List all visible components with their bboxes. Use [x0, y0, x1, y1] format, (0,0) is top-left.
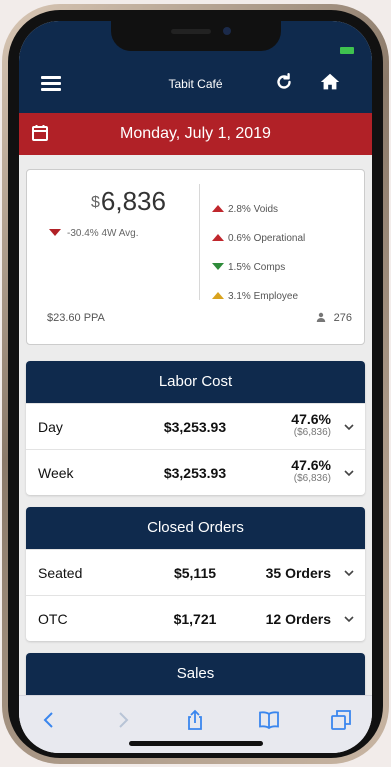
guest-count-text: 276	[333, 312, 352, 324]
date-bar[interactable]: Monday, July 1, 2019	[19, 113, 372, 155]
dashboard-content[interactable]: $6,836 -30.4% 4W Avg. 2.8% Voids 0.6% Op…	[19, 155, 372, 697]
refresh-icon[interactable]	[273, 71, 295, 93]
percent-base: ($6,836)	[293, 427, 331, 438]
metric-operational-text: 0.6% Operational	[228, 233, 306, 244]
phone-screen: Tabit Café Monday, July 1, 2019 $6,836 -…	[19, 21, 372, 753]
guest-count: 276	[316, 312, 352, 324]
forward-icon[interactable]	[111, 708, 135, 732]
order-count: 12 Orders	[265, 611, 331, 627]
sales-summary-card[interactable]: $6,836 -30.4% 4W Avg. 2.8% Voids 0.6% Op…	[26, 169, 365, 345]
row-amount: $1,721	[173, 611, 217, 627]
bookmarks-icon[interactable]	[257, 708, 281, 732]
total-sales: $6,836	[91, 186, 166, 217]
percent-value: 47.6%	[291, 457, 331, 473]
row-label: Seated	[38, 565, 83, 581]
percent-base: ($6,836)	[293, 473, 331, 484]
sales-card[interactable]: Sales	[26, 653, 365, 697]
metric-voids-text: 2.8% Voids	[228, 204, 279, 215]
summary-divider	[199, 184, 200, 300]
metric-voids: 2.8% Voids	[212, 204, 278, 215]
labor-row-day[interactable]: Day $3,253.93 47.6% ($6,836)	[26, 403, 365, 449]
metric-comps-text: 1.5% Comps	[228, 262, 286, 273]
avg-change-text: -30.4% 4W Avg.	[67, 228, 139, 239]
row-percent: 47.6% ($6,836)	[291, 411, 331, 439]
tabs-icon[interactable]	[329, 708, 353, 732]
row-amount: $5,115	[173, 565, 217, 581]
row-percent: 47.6% ($6,836)	[291, 457, 331, 485]
closed-orders-header: Closed Orders	[26, 507, 365, 549]
row-label: Week	[38, 465, 74, 481]
trend-down-icon	[212, 263, 224, 270]
avg-change: -30.4% 4W Avg.	[49, 228, 139, 239]
home-icon[interactable]	[319, 71, 341, 93]
orders-row-seated[interactable]: Seated $5,115 35 Orders	[26, 549, 365, 595]
chevron-down-icon[interactable]	[343, 613, 355, 625]
labor-cost-card: Labor Cost Day $3,253.93 47.6% ($6,836) W…	[26, 361, 365, 495]
back-icon[interactable]	[37, 708, 61, 732]
chevron-down-icon[interactable]	[343, 567, 355, 579]
chevron-down-icon[interactable]	[343, 467, 355, 479]
ppa-value: $23.60 PPA	[47, 312, 105, 324]
total-value: 6,836	[100, 186, 166, 216]
row-amount: $3,253.93	[163, 419, 227, 435]
metric-employee-text: 3.1% Employee	[228, 291, 299, 302]
order-count: 35 Orders	[265, 565, 331, 581]
metric-employee: 3.1% Employee	[212, 291, 298, 302]
chevron-down-icon[interactable]	[343, 421, 355, 433]
selected-date[interactable]: Monday, July 1, 2019	[19, 125, 372, 143]
sales-header: Sales	[26, 653, 365, 695]
closed-orders-card: Closed Orders Seated $5,115 35 Orders OT…	[26, 507, 365, 641]
labor-row-week[interactable]: Week $3,253.93 47.6% ($6,836)	[26, 449, 365, 495]
currency-symbol: $	[91, 194, 100, 211]
home-indicator[interactable]	[129, 741, 263, 746]
trend-down-icon	[49, 229, 61, 236]
share-icon[interactable]	[183, 708, 207, 732]
trend-up-icon	[212, 205, 224, 212]
metric-operational: 0.6% Operational	[212, 233, 305, 244]
speaker-grille	[171, 29, 211, 34]
labor-cost-header: Labor Cost	[26, 361, 365, 403]
row-amount: $3,253.93	[163, 465, 227, 481]
trend-up-icon	[212, 292, 224, 299]
safari-toolbar	[19, 695, 372, 753]
battery-icon	[340, 47, 354, 54]
notch	[111, 21, 281, 51]
front-camera	[223, 27, 231, 35]
orders-row-otc[interactable]: OTC $1,721 12 Orders	[26, 595, 365, 641]
percent-value: 47.6%	[291, 411, 331, 427]
row-label: Day	[38, 419, 63, 435]
trend-up-icon	[212, 234, 224, 241]
person-icon	[316, 312, 325, 322]
row-label: OTC	[38, 611, 68, 627]
metric-comps: 1.5% Comps	[212, 262, 285, 273]
